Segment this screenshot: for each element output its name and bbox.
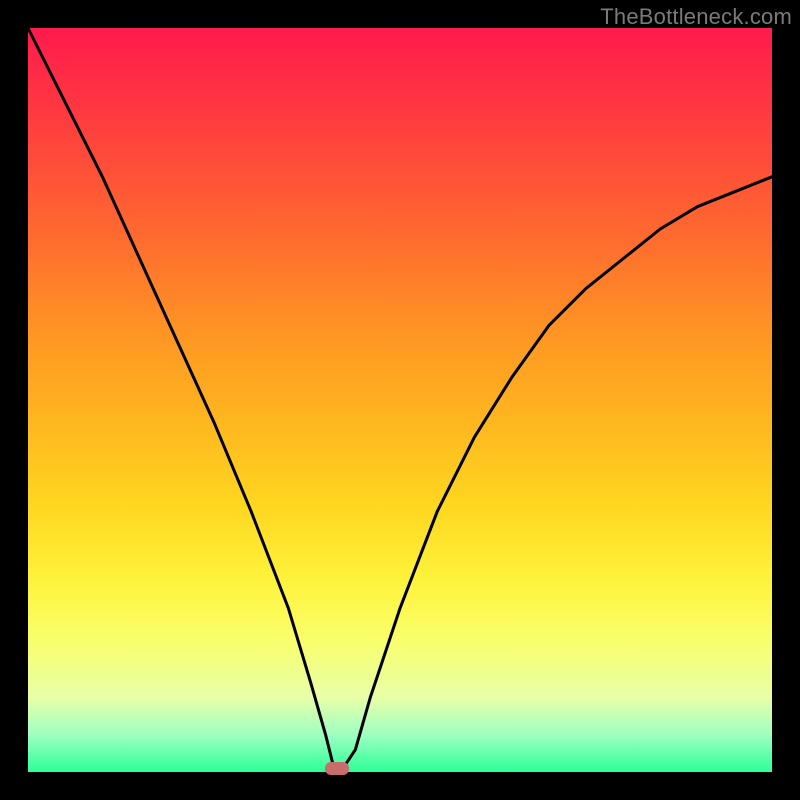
bottleneck-curve [28,28,772,772]
watermark-text: TheBottleneck.com [600,4,792,30]
min-marker [325,762,349,775]
chart-frame: TheBottleneck.com [0,0,800,800]
